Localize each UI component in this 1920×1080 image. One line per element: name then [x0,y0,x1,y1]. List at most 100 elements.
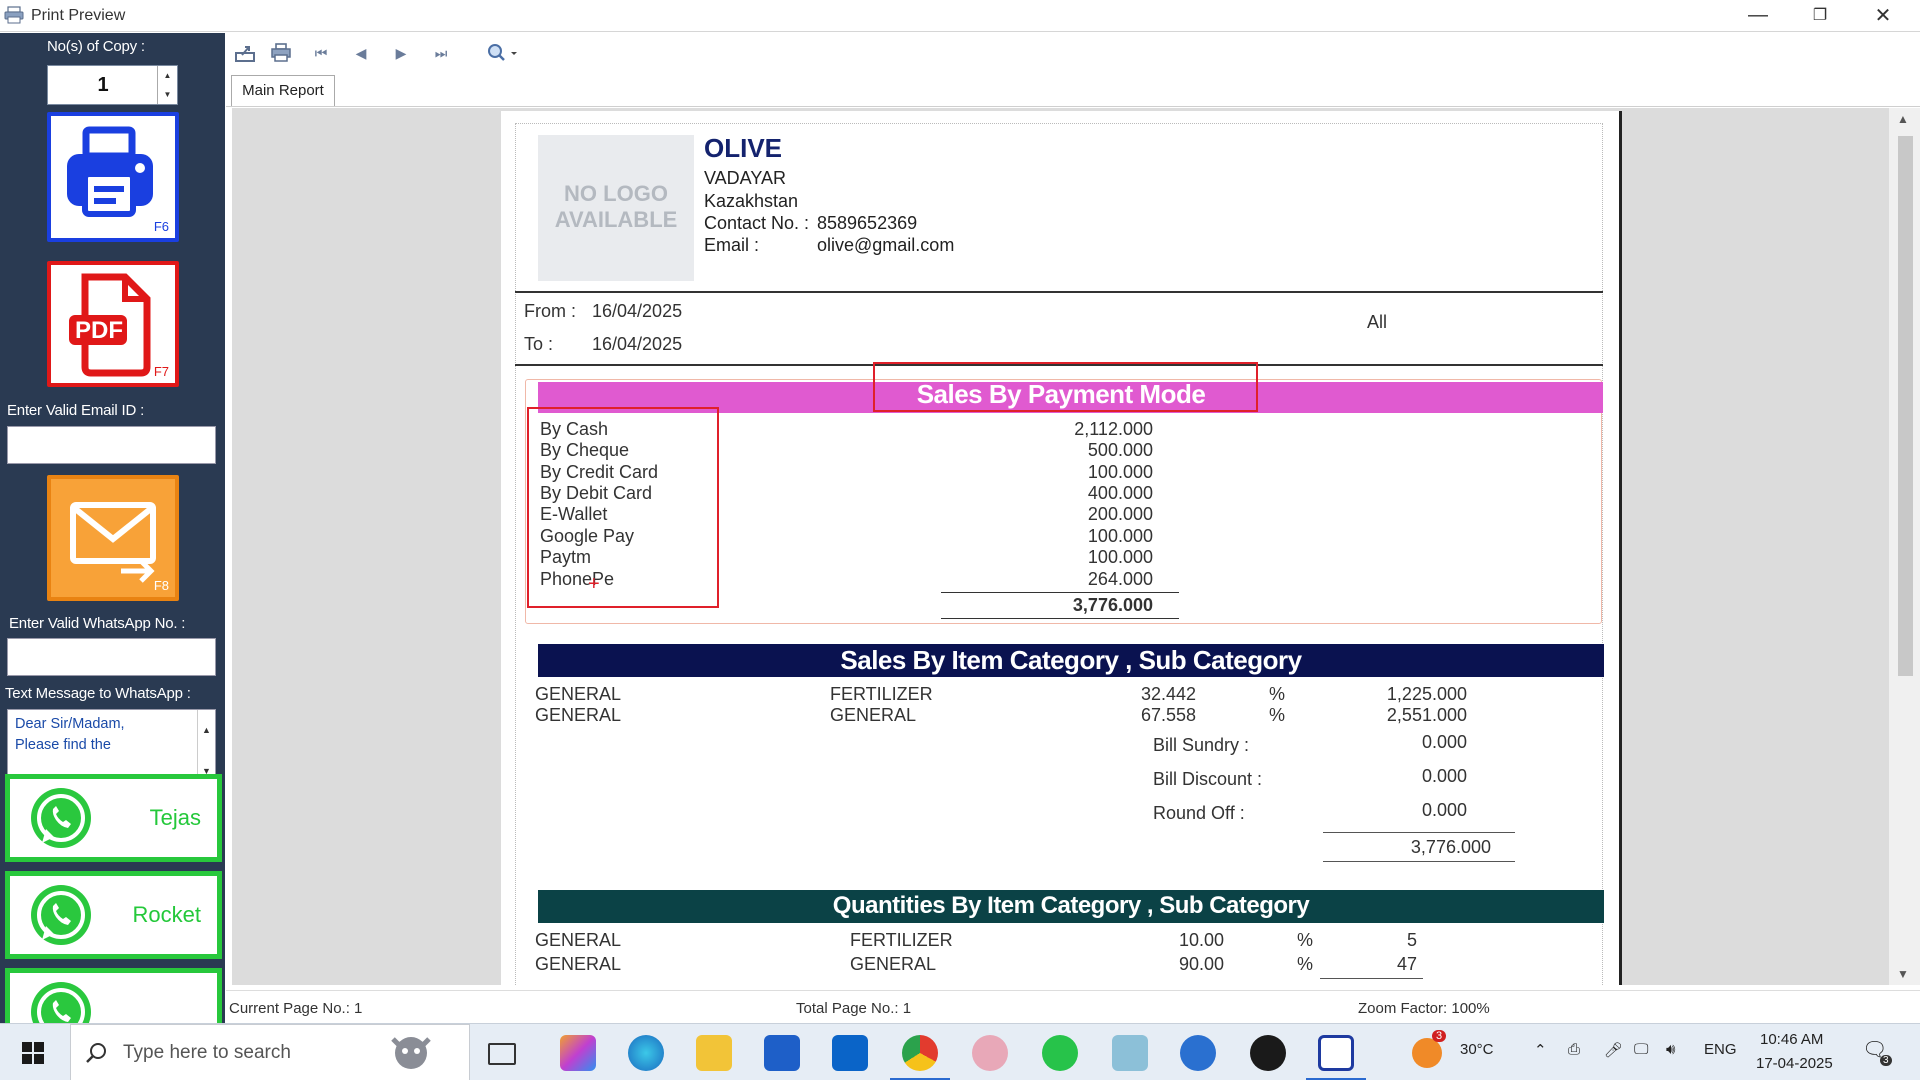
email-value: olive@gmail.com [817,235,955,255]
qty-value: 5 [1406,930,1417,950]
percent-sign: % [1269,705,1286,725]
billing-app-icon[interactable] [1318,1035,1354,1071]
whatsapp-contact-button[interactable]: Tejas [5,774,222,862]
microsoft-store-icon[interactable] [764,1035,800,1071]
pdf-shortcut: F7 [153,364,169,379]
payment-amount: 200.000 [1087,504,1153,524]
scroll-down-arrow-icon[interactable]: ▼ [1897,967,1909,981]
teamviewer-icon[interactable] [1180,1035,1216,1071]
whatsapp-message-text[interactable]: Dear Sir/Madam, Please find the [15,714,125,756]
whatsapp-contact-button[interactable]: Rocket [5,871,222,959]
payment-amount: 100.000 [1087,526,1153,546]
bill-discount-value: 0.000 [1421,766,1467,786]
zoom-dropdown-icon[interactable] [484,41,524,65]
bill-discount-label: Bill Discount : [1153,769,1263,789]
network-icon[interactable]: 🖵︎ [1634,1041,1648,1058]
sub-category-name: GENERAL [830,705,917,725]
copies-stepper[interactable]: 1 ▲ ▼ [47,65,178,105]
search-icon [86,1043,106,1063]
windows-taskbar: Type here to search 3 30°C ⌃ ⎙ 🎤︎ 🖵︎ 🔊︎ … [0,1023,1920,1080]
pdf-button[interactable]: PDF F7 [47,261,179,387]
show-hidden-icons-icon[interactable]: ⌃ [1534,1041,1547,1059]
window-title: Print Preview [31,7,126,24]
payment-mode-label: E-Wallet [540,504,608,524]
taskbar-search-box[interactable]: Type here to search [70,1024,470,1080]
email-input[interactable] [7,426,216,464]
edge-browser-icon[interactable] [628,1035,664,1071]
payment-mode-label: By Cheque [540,440,630,460]
microphone-icon[interactable]: 🎤︎ [1604,1041,1623,1059]
title-bar: Print Preview — ❐ ✕ [0,0,1920,32]
tab-main-report[interactable]: Main Report [231,75,335,106]
minimize-button[interactable]: — [1727,0,1789,30]
payment-amount: 100.000 [1087,462,1153,482]
next-page-icon[interactable]: ▶ [388,41,414,65]
qty-sub-category-name: GENERAL [850,954,937,974]
percent-sign: % [1297,930,1314,950]
copilot-icon[interactable] [560,1035,596,1071]
snipping-tool-icon[interactable] [972,1035,1008,1071]
sub-category-name: FERTILIZER [830,684,933,704]
weather-icon[interactable] [1412,1038,1442,1068]
contact-value: 8589652369 [817,213,918,233]
qty-sub-category-name: FERTILIZER [850,930,953,950]
report-viewer[interactable]: NO LOGO AVAILABLE OLIVE VADAYAR Kazakhst… [232,108,1889,985]
chrome-icon[interactable] [902,1035,938,1071]
print-icon[interactable] [268,41,294,65]
send-email-button[interactable]: F8 [47,475,179,601]
whatsapp-number-input[interactable] [7,638,216,676]
category-percent: 32.442 [1140,684,1196,704]
bill-sundry-value: 0.000 [1421,732,1467,752]
category-name: GENERAL [535,705,622,725]
payment-amount: 2,112.000 [1074,419,1153,439]
payment-amount: 400.000 [1087,483,1153,503]
file-explorer-icon[interactable] [696,1035,732,1071]
copies-value[interactable]: 1 [48,66,158,104]
clock-date[interactable]: 17-04-2025 [1756,1055,1833,1072]
logo-placeholder: NO LOGO AVAILABLE [538,135,694,281]
app-icon[interactable] [1250,1035,1286,1071]
title-highlight-box [873,362,1258,412]
scrollbar-thumb[interactable] [1898,136,1913,676]
copies-up-arrow-icon[interactable]: ▲ [158,66,177,85]
payment-amount: 500.000 [1087,440,1153,460]
outlook-icon[interactable] [832,1035,868,1071]
print-button[interactable]: F6 [47,112,179,242]
company-address-2: Kazakhstan [704,191,799,211]
notepad-icon[interactable] [1112,1035,1148,1071]
scroll-up-arrow-icon[interactable]: ▲ [1897,112,1909,126]
weather-badge: 3 [1432,1030,1447,1042]
weather-temperature[interactable]: 30°C [1460,1041,1494,1058]
clock-time[interactable]: 10:46 AM [1760,1031,1823,1048]
whatsapp-message-label: Text Message to WhatsApp : [5,685,191,702]
language-indicator[interactable]: ENG [1704,1041,1737,1058]
copies-down-arrow-icon[interactable]: ▼ [158,85,177,104]
search-highlight-icon [391,1037,431,1069]
search-placeholder: Type here to search [123,1042,291,1063]
mouse-cursor-icon: + [588,573,600,595]
export-icon[interactable] [232,41,258,65]
to-date: 16/04/2025 [592,334,683,354]
previous-page-icon[interactable]: ◀ [348,41,374,65]
percent-sign: % [1297,954,1314,974]
viewer-scrollbar[interactable]: ▲ ▼ [1889,108,1920,985]
first-page-icon[interactable]: ⏮ [308,41,334,65]
task-view-icon[interactable] [488,1043,516,1065]
category-percent: 67.558 [1140,705,1196,725]
volume-icon[interactable]: 🔊︎ [1666,1041,1675,1058]
payment-mode-label: Paytm [540,547,592,567]
last-page-icon[interactable]: ⏭ [428,41,454,65]
qty-category-name: GENERAL [535,954,622,974]
qty-category-name: GENERAL [535,930,622,950]
payment-amount: 100.000 [1087,547,1153,567]
qty-value: 47 [1396,954,1417,974]
whatsapp-contact-button[interactable] [5,968,222,1023]
close-button[interactable]: ✕ [1852,0,1914,30]
payment-mode-label: Google Pay [540,526,635,546]
whatsapp-taskbar-icon[interactable] [1042,1035,1078,1071]
windows-start-icon[interactable] [22,1042,44,1069]
email-label: Enter Valid Email ID : [7,402,145,419]
network-device-icon[interactable]: ⎙ [1568,1041,1580,1058]
from-date: 16/04/2025 [592,301,683,321]
restore-button[interactable]: ❐ [1789,0,1851,30]
